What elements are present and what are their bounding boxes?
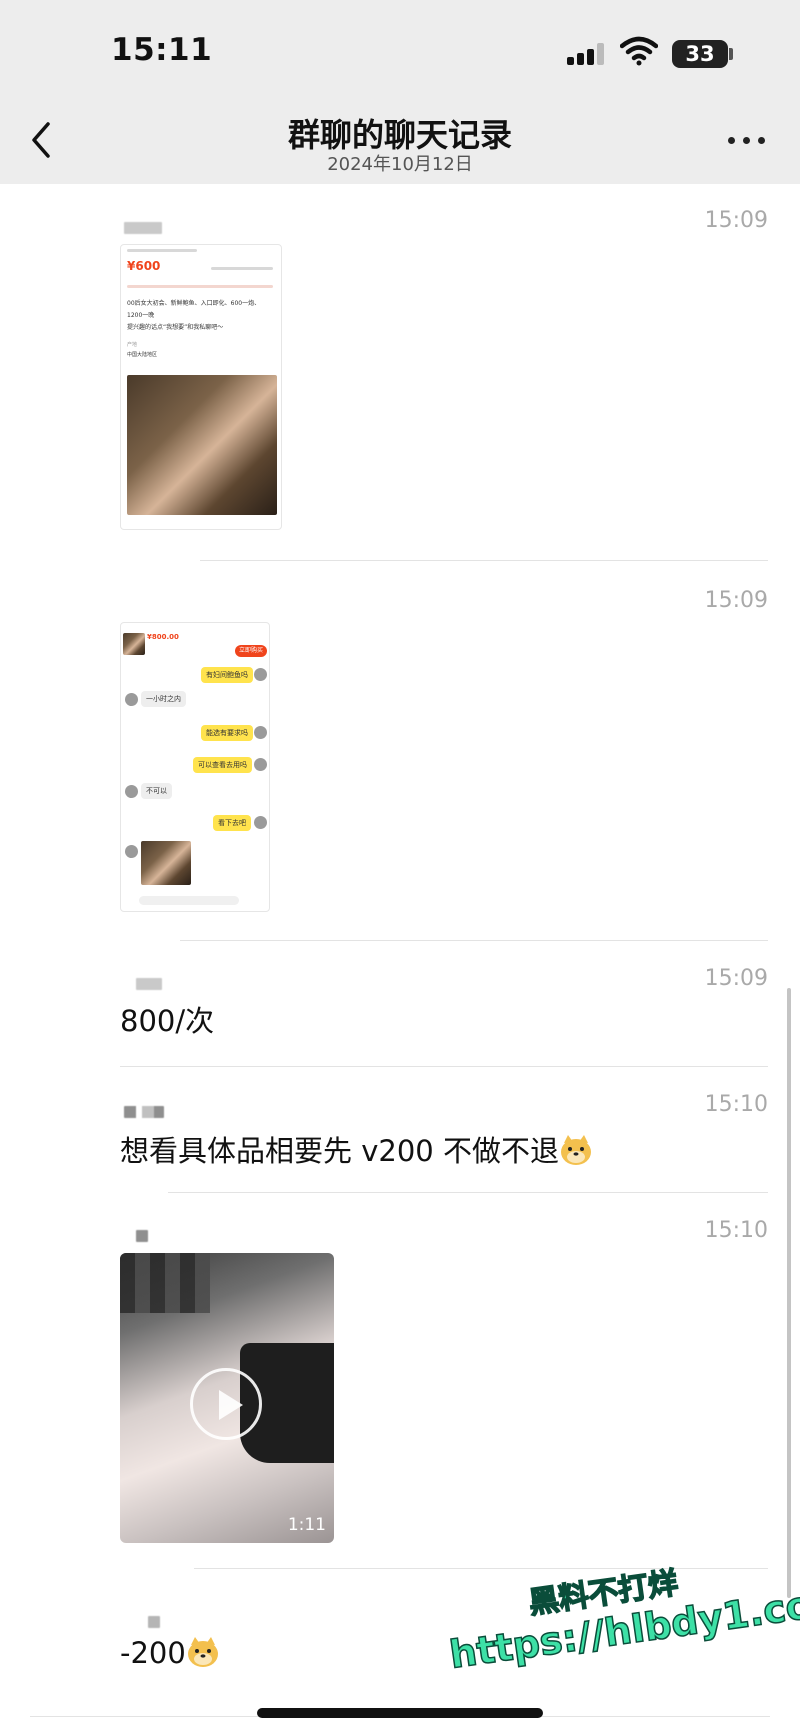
doge-emoji-icon bbox=[187, 1637, 218, 1667]
message-item: 15:10 想看具体品相要先 v200 不做不退 bbox=[0, 1068, 800, 1194]
message-text: 800/次 bbox=[120, 1004, 215, 1038]
mini-avatar bbox=[254, 758, 267, 771]
chat-bubble: 能选有要求吗 bbox=[201, 725, 253, 741]
mini-avatar bbox=[125, 693, 138, 706]
more-dots-icon[interactable] bbox=[728, 137, 768, 145]
card-price: ¥800.00 bbox=[147, 633, 179, 641]
battery-cap bbox=[729, 48, 733, 60]
thumb-photo bbox=[123, 633, 145, 655]
status-time: 15:11 bbox=[111, 32, 213, 68]
card-line: 提兴趣的话点“我想要”和我私聊吧～ bbox=[127, 324, 224, 331]
sender-name-blurred bbox=[136, 1230, 148, 1242]
card-label: 产地 bbox=[127, 342, 138, 348]
page-subtitle: 2024年10月12日 bbox=[327, 154, 473, 175]
chat-photo bbox=[141, 841, 191, 885]
signal-icon bbox=[567, 43, 609, 65]
wifi-icon bbox=[620, 36, 658, 66]
message-item: 15:09 ¥800.00 立即购买 有妇间鲍鱼吗 一小时之内 能选有要求吗 可… bbox=[0, 564, 800, 942]
message-text: -200 bbox=[120, 1636, 186, 1670]
message-item: 15:09 800/次 bbox=[0, 942, 800, 1068]
message-time: 15:09 bbox=[704, 966, 768, 991]
video-message[interactable]: 1:11 bbox=[120, 1253, 334, 1543]
divider bbox=[200, 560, 768, 561]
home-indicator bbox=[257, 1708, 543, 1718]
chat-bubble: 不可以 bbox=[141, 783, 172, 799]
message-text-row: 想看具体品相要先 v200 不做不退 bbox=[120, 1128, 593, 1170]
chat-bubble: 看下去吧 bbox=[213, 815, 251, 831]
divider bbox=[168, 1192, 768, 1193]
card-label: 中国大陆地区 bbox=[127, 352, 158, 358]
battery-icon: 33 bbox=[672, 40, 728, 68]
mini-avatar bbox=[254, 668, 267, 681]
chat-bubble: 有妇间鲍鱼吗 bbox=[201, 667, 253, 683]
divider bbox=[194, 1568, 768, 1569]
message-time: 15:09 bbox=[704, 588, 768, 613]
mini-avatar bbox=[125, 845, 138, 858]
mini-avatar bbox=[254, 816, 267, 829]
scrollbar[interactable] bbox=[787, 988, 791, 1598]
message-text-row: -200 bbox=[120, 1636, 220, 1671]
sender-name-blurred bbox=[148, 1616, 160, 1628]
chat-bubble: 一小时之内 bbox=[141, 691, 186, 707]
card-line: 00后女大初会、新鲜鲍鱼、入口即化、600一炮、 bbox=[127, 300, 261, 307]
image-message[interactable]: ¥600 00后女大初会、新鲜鲍鱼、入口即化、600一炮、 1200一晚 提兴趣… bbox=[120, 244, 282, 530]
card-price: ¥600 bbox=[127, 259, 161, 273]
message-text: 想看具体品相要先 v200 不做不退 bbox=[120, 1134, 559, 1168]
divider bbox=[120, 1066, 768, 1067]
video-mosaic bbox=[120, 1253, 210, 1313]
card-line: 1200一晚 bbox=[127, 312, 155, 319]
image-message[interactable]: ¥800.00 立即购买 有妇间鲍鱼吗 一小时之内 能选有要求吗 可以查看去用吗… bbox=[120, 622, 270, 912]
video-duration: 1:11 bbox=[287, 1515, 326, 1535]
doge-emoji-icon bbox=[560, 1135, 591, 1165]
message-item: 15:09 ¥600 00后女大初会、新鲜鲍鱼、入口即化、600一炮、 1200… bbox=[0, 184, 800, 564]
play-icon[interactable] bbox=[190, 1368, 262, 1440]
buy-button: 立即购买 bbox=[235, 645, 267, 657]
sender-name-blurred bbox=[124, 222, 162, 234]
mini-avatar bbox=[125, 785, 138, 798]
chat-bubble: 可以查看去用吗 bbox=[193, 757, 252, 773]
message-time: 15:10 bbox=[704, 1092, 768, 1117]
sender-name-blurred bbox=[136, 978, 162, 990]
divider bbox=[180, 940, 768, 941]
sender-name-blurred bbox=[124, 1106, 164, 1118]
message-time: 15:09 bbox=[704, 208, 768, 233]
message-time: 15:10 bbox=[704, 1218, 768, 1243]
top-bar: 15:11 33 群聊的聊天记录 2024年10月12日 bbox=[0, 0, 800, 184]
card-photo bbox=[127, 375, 277, 515]
mini-avatar bbox=[254, 726, 267, 739]
